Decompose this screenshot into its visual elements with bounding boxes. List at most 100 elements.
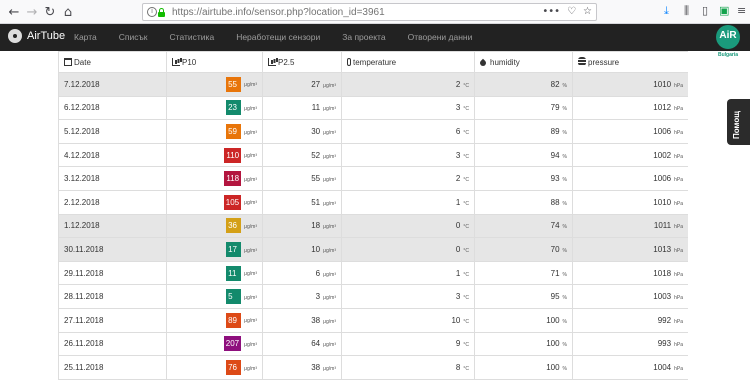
- home-icon[interactable]: ⌂: [59, 3, 77, 21]
- unit-label: hPa: [674, 177, 683, 184]
- table-row: 29.11.2018 11 μg/m³ 6 μg/m³ 1 °C 71% 1018 hPa: [58, 260, 688, 286]
- extension-icon[interactable]: ▣: [719, 4, 729, 17]
- unit-label: hPa: [674, 365, 683, 372]
- thermometer-icon: [347, 57, 351, 66]
- url-actions: ••• ♡ ☆: [542, 6, 592, 17]
- reload-icon[interactable]: ↻: [41, 3, 59, 21]
- menu-item-statistics[interactable]: Статистика: [170, 24, 215, 51]
- unit-label: °C: [463, 295, 469, 302]
- air-bulgaria-logo[interactable]: AiR Bulgaria: [716, 25, 740, 58]
- cell-p25: 11 μg/m³: [262, 95, 342, 121]
- p10-badge: 89: [226, 312, 242, 328]
- humidity-value: 100: [546, 315, 560, 325]
- cell-date: 29.11.2018: [58, 260, 167, 286]
- unit-label: hPa: [674, 271, 683, 278]
- help-tab[interactable]: Помощ: [727, 99, 750, 145]
- airtube-logo-icon: [8, 29, 22, 43]
- p25-value: 38: [311, 315, 321, 325]
- unit-label: °C: [463, 247, 469, 254]
- cell-pressure: 1011 hPa: [572, 213, 688, 239]
- brand[interactable]: AirTube: [8, 29, 65, 43]
- cell-pressure: 992 hPa: [572, 307, 688, 333]
- pressure-value: 1006: [653, 174, 672, 184]
- header-humidity[interactable]: humidity: [474, 51, 573, 73]
- cell-pressure: 1010 hPa: [572, 189, 688, 215]
- p10-badge: 118: [224, 171, 242, 187]
- menu-item-map[interactable]: Карта: [74, 24, 97, 51]
- table-row: 30.11.2018 17 μg/m³ 10 μg/m³ 0 °C 70% 1013 hPa: [58, 237, 688, 262]
- p10-badge: 5: [226, 289, 242, 305]
- back-arrow-icon[interactable]: ←: [5, 3, 23, 21]
- p25-value: 3: [315, 292, 321, 302]
- p10-badge: 11: [226, 265, 242, 281]
- header-pressure[interactable]: pressure: [572, 51, 688, 73]
- cell-p25: 18 μg/m³: [262, 213, 342, 239]
- menu-item-list[interactable]: Списък: [119, 24, 148, 51]
- address-bar[interactable]: i https://airtube.info/sensor.php?locati…: [142, 3, 597, 21]
- info-icon[interactable]: i: [147, 7, 157, 17]
- temperature-value: 1: [455, 197, 461, 207]
- p10-badge: 76: [226, 359, 242, 375]
- pressure-value: 1003: [653, 292, 672, 302]
- humidity-value: 88: [550, 197, 560, 207]
- cell-pressure: 1003 hPa: [572, 284, 688, 309]
- cell-p10: 76 μg/m³: [166, 355, 263, 380]
- unit-label: μg/m³: [323, 224, 336, 231]
- pressure-value: 1004: [653, 362, 672, 372]
- cell-p10: 36 μg/m³: [166, 213, 263, 239]
- table-header-row: Date P10 P2.5 temperature humidity press…: [58, 51, 688, 73]
- unit-label: μg/m³: [323, 365, 336, 372]
- temperature-value: 6: [455, 126, 461, 136]
- cell-date: 25.11.2018: [58, 355, 167, 380]
- cell-humidity: 100%: [474, 331, 573, 357]
- table-row: 2.12.2018 105 μg/m³ 51 μg/m³ 1 °C 88% 1010 hPa: [58, 189, 688, 215]
- unit-label: μg/m³: [244, 247, 257, 254]
- library-icon[interactable]: ⫼: [684, 4, 689, 18]
- cell-date: 2.12.2018: [58, 189, 167, 215]
- menu-item-about[interactable]: За проекта: [342, 24, 385, 51]
- unit-label: %: [562, 247, 567, 254]
- temperature-value: 10: [451, 315, 461, 325]
- cell-humidity: 71%: [474, 260, 573, 286]
- unit-label: μg/m³: [323, 318, 336, 325]
- pocket-icon[interactable]: ♡: [567, 6, 576, 17]
- sidebar-icon[interactable]: ▯: [702, 4, 708, 17]
- cell-humidity: 79%: [474, 95, 573, 121]
- unit-label: μg/m³: [244, 318, 257, 325]
- unit-label: μg/m³: [244, 176, 257, 183]
- cell-humidity: 88%: [474, 189, 573, 215]
- cell-date: 5.12.2018: [58, 119, 167, 144]
- unit-label: %: [562, 153, 567, 160]
- cell-pressure: 1004 hPa: [572, 355, 688, 380]
- header-p10[interactable]: P10: [166, 51, 263, 73]
- humidity-value: 93: [550, 174, 560, 184]
- menu-item-open-data[interactable]: Отворени данни: [408, 24, 473, 51]
- header-temperature[interactable]: temperature: [341, 51, 475, 73]
- temperature-value: 3: [455, 150, 461, 160]
- cell-pressure: 1010 hPa: [572, 72, 688, 97]
- menu-item-broken-sensors[interactable]: Неработещи сензори: [236, 24, 320, 51]
- bookmark-star-icon[interactable]: ☆: [583, 6, 592, 17]
- unit-label: μg/m³: [244, 106, 257, 112]
- cell-p25: 6 μg/m³: [262, 260, 342, 286]
- table-row: 26.11.2018 207 μg/m³ 64 μg/m³ 9 °C 100% 993 hPa: [58, 331, 688, 357]
- menu-icon[interactable]: ≡: [737, 4, 746, 17]
- p25-value: 55: [311, 174, 321, 184]
- temperature-value: 9: [455, 339, 461, 349]
- unit-label: hPa: [674, 106, 683, 113]
- humidity-value: 74: [550, 221, 560, 231]
- header-date[interactable]: Date: [58, 51, 167, 73]
- brand-name: AirTube: [27, 30, 66, 42]
- cell-p10: 23 μg/m³: [166, 95, 263, 121]
- forward-arrow-icon[interactable]: →: [23, 3, 41, 21]
- header-p25[interactable]: P2.5: [262, 51, 342, 73]
- cell-temperature: 10 °C: [341, 307, 475, 333]
- temperature-value: 0: [455, 221, 461, 231]
- humidity-value: 94: [550, 150, 560, 160]
- download-icon[interactable]: ⤓: [664, 4, 669, 18]
- bar-chart-icon: [268, 57, 276, 66]
- temperature-value: 3: [455, 103, 461, 113]
- cell-humidity: 82%: [474, 72, 573, 97]
- cell-pressure: 1006 hPa: [572, 119, 688, 144]
- page-actions-icon[interactable]: •••: [542, 6, 560, 17]
